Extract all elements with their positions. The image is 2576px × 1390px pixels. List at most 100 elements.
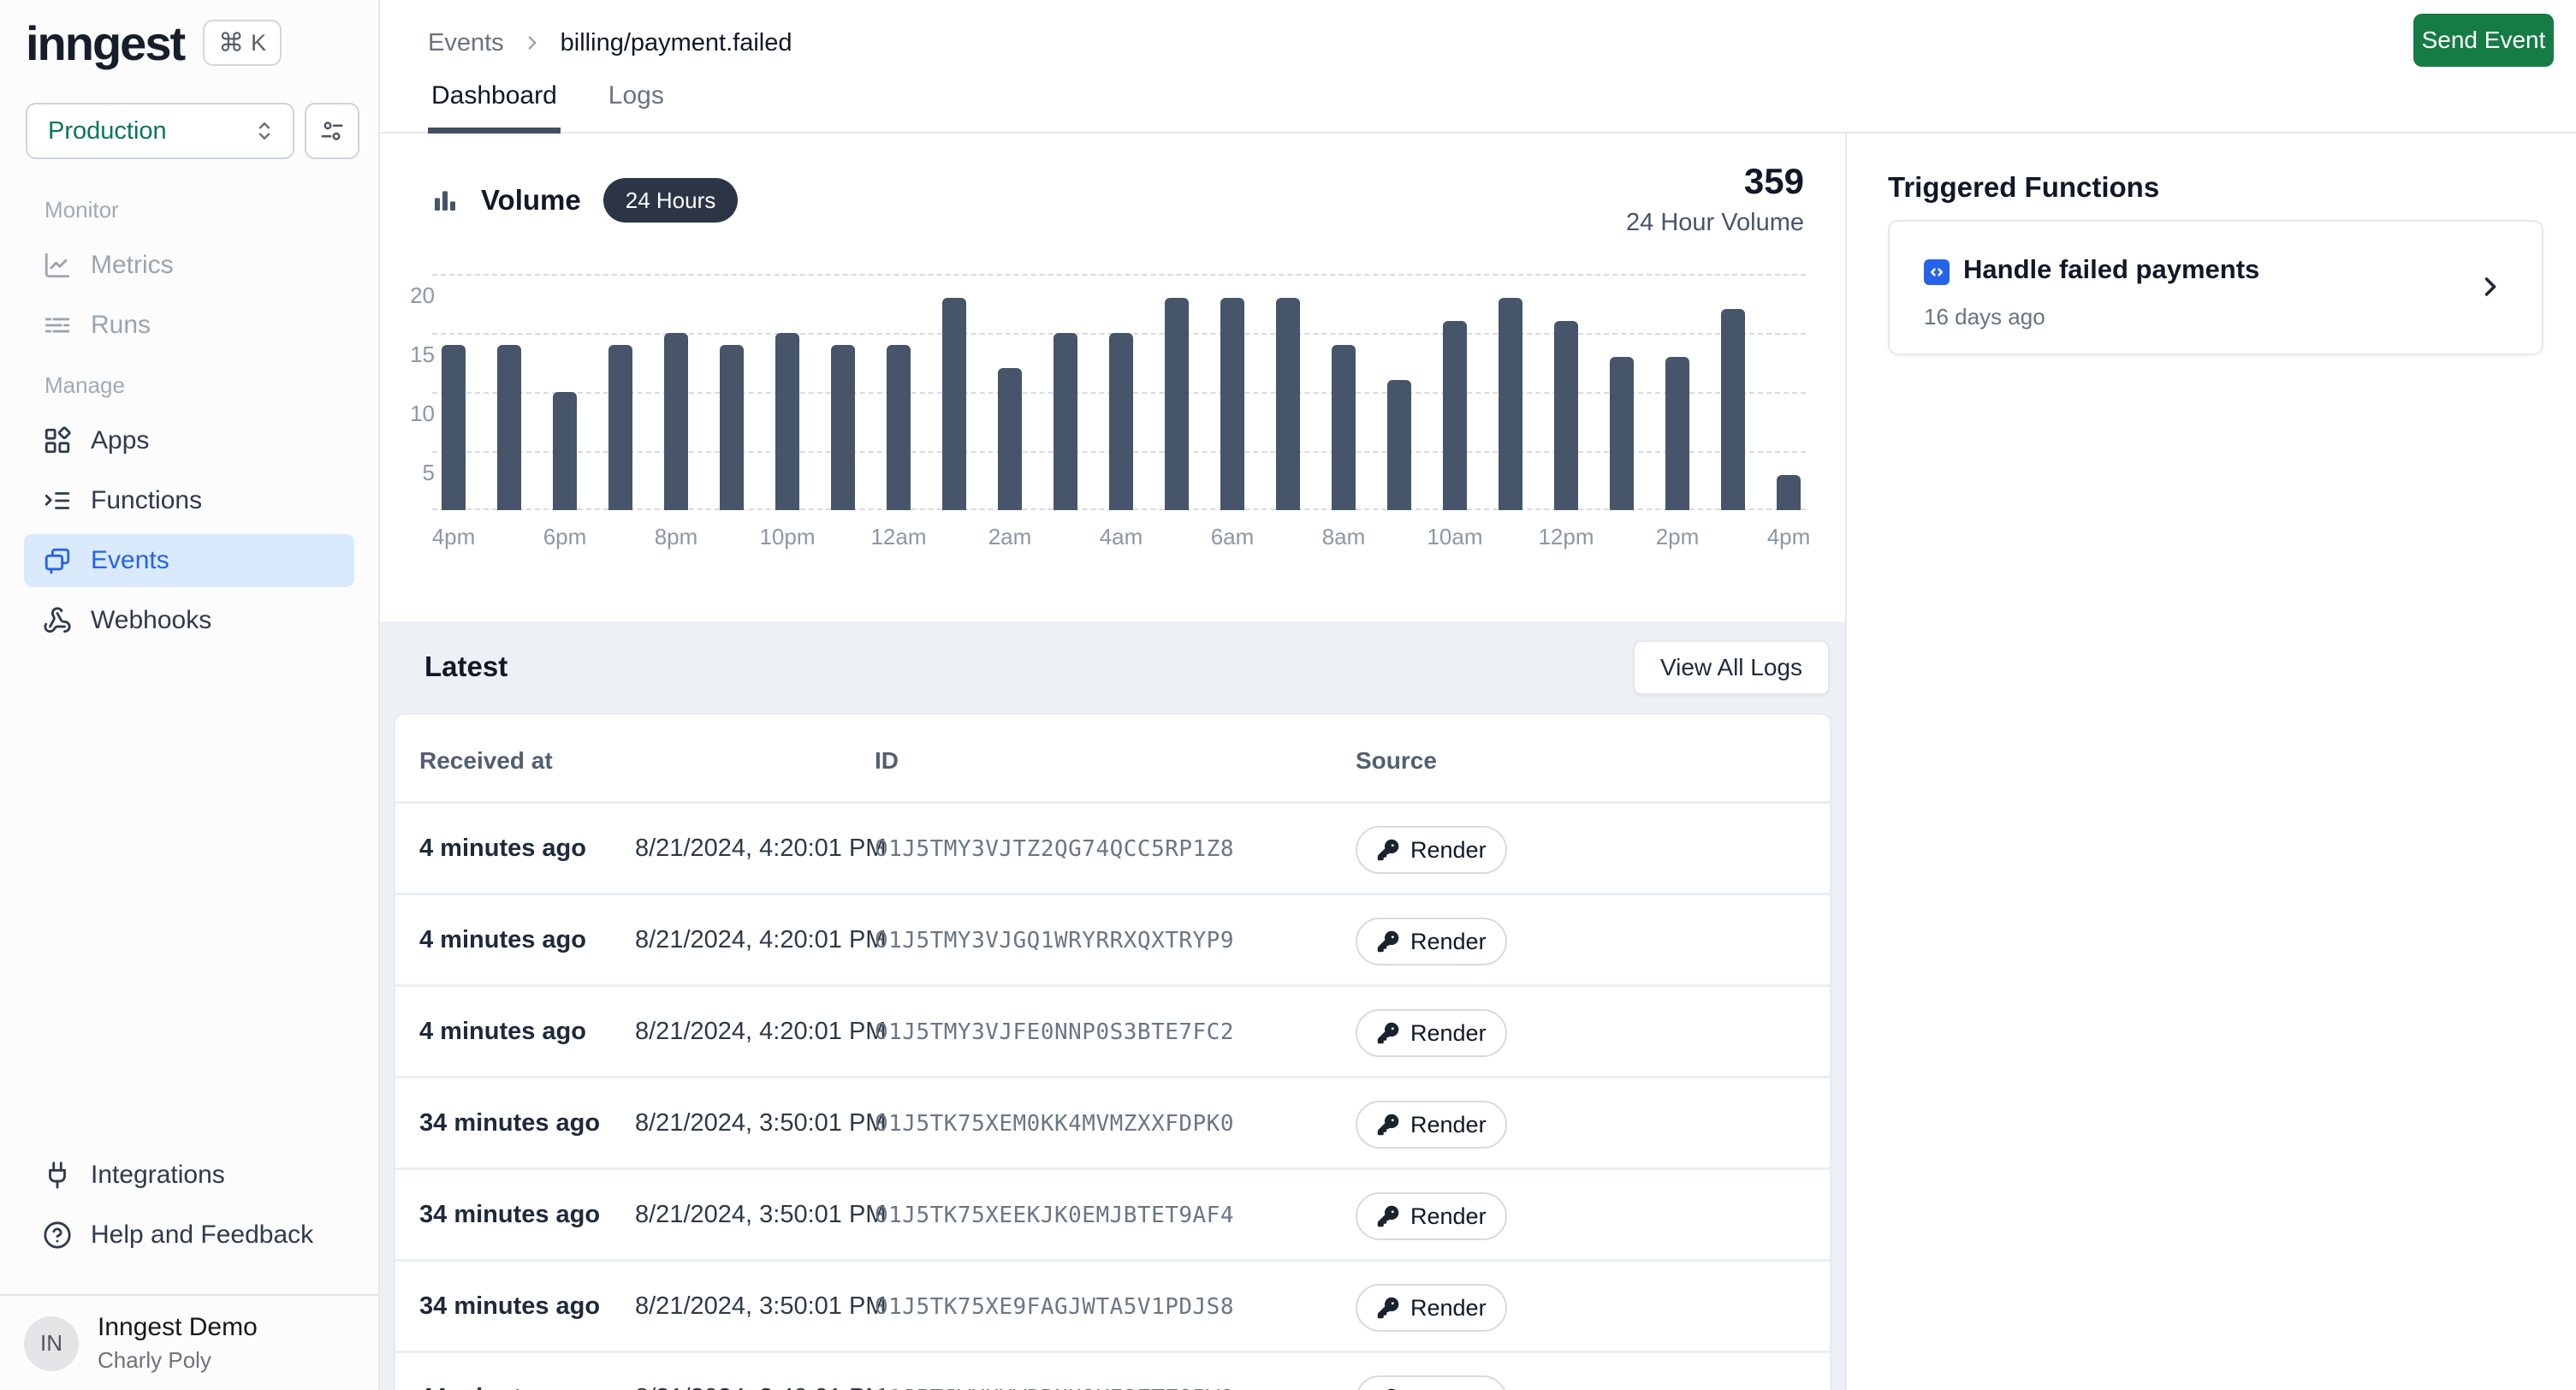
received-relative: 44 minutes ago — [419, 1384, 600, 1390]
function-list-icon — [43, 486, 72, 515]
environment-settings-button[interactable] — [305, 103, 359, 159]
received-relative: 34 minutes ago — [419, 1109, 600, 1138]
key-icon — [1376, 1204, 1400, 1228]
volume-bar — [553, 392, 577, 510]
source-name: Render — [1410, 929, 1487, 955]
x-axis-tick: 4pm — [415, 524, 492, 550]
source-name: Render — [1410, 1112, 1487, 1138]
tab-dashboard[interactable]: Dashboard — [428, 81, 561, 134]
key-icon — [1376, 838, 1400, 862]
nav-section-manage: Manage — [45, 372, 354, 399]
table-row[interactable]: 34 minutes ago 8/21/2024, 3:50:01 PM 01J… — [395, 1078, 1830, 1170]
sidebar-item-help-feedback[interactable]: Help and Feedback — [24, 1209, 354, 1262]
table-row[interactable]: 44 minutes ago 8/21/2024, 3:40:01 PM 01J… — [395, 1353, 1830, 1390]
table-header: Received at ID Source — [395, 715, 1830, 804]
received-datetime: 8/21/2024, 4:20:01 PM — [635, 1018, 886, 1046]
y-axis-tick: 10 — [380, 401, 435, 427]
table-row[interactable]: 4 minutes ago 8/21/2024, 4:20:01 PM 01J5… — [395, 895, 1830, 987]
volume-bar — [1276, 298, 1300, 510]
received-datetime: 8/21/2024, 3:50:01 PM — [635, 1109, 886, 1138]
volume-bar — [608, 345, 632, 510]
event-id: 01J5TJWVXYWBBNH9KE9ZTZ05W0 — [875, 1386, 1234, 1390]
source-name: Render — [1410, 1295, 1487, 1322]
sidebar-item-runs[interactable]: Runs — [24, 299, 354, 352]
received-datetime: 8/21/2024, 3:50:01 PM — [635, 1201, 886, 1229]
table-row[interactable]: 4 minutes ago 8/21/2024, 4:20:01 PM 01J5… — [395, 987, 1830, 1078]
source-badge[interactable]: Render — [1356, 1192, 1507, 1240]
key-icon — [1376, 930, 1400, 953]
queue-list-icon — [43, 311, 72, 340]
source-badge[interactable]: Render — [1356, 1375, 1507, 1390]
source-badge[interactable]: Render — [1356, 826, 1507, 874]
help-circle-icon — [43, 1221, 72, 1250]
received-datetime: 8/21/2024, 4:20:01 PM — [635, 926, 886, 954]
sidebar-item-label: Events — [91, 546, 169, 575]
code-icon — [1924, 259, 1950, 285]
table-row[interactable]: 34 minutes ago 8/21/2024, 3:50:01 PM 01J… — [395, 1262, 1830, 1353]
sidebar-item-label: Apps — [91, 426, 149, 455]
table-row[interactable]: 34 minutes ago 8/21/2024, 3:50:01 PM 01J… — [395, 1170, 1830, 1262]
sidebar-nav: Monitor Metrics Runs Manage Apps Functio — [24, 176, 354, 654]
y-axis-tick: 20 — [380, 282, 435, 309]
x-axis-tick: 6am — [1194, 524, 1271, 550]
sidebar-item-events[interactable]: Events — [24, 534, 354, 587]
volume-bar — [831, 345, 855, 510]
x-axis-tick: 4pm — [1750, 524, 1827, 550]
volume-bar — [1665, 357, 1689, 510]
latest-section: Latest View All Logs Received at ID Sour… — [380, 621, 1845, 1390]
function-card[interactable]: Handle failed payments 16 days ago — [1888, 220, 2543, 355]
source-badge[interactable]: Render — [1356, 1009, 1507, 1057]
breadcrumb: Events billing/payment.failed — [428, 24, 792, 62]
tab-logs[interactable]: Logs — [605, 81, 668, 134]
volume-bar — [998, 368, 1022, 510]
source-name: Render — [1410, 1387, 1487, 1390]
latest-title: Latest — [424, 650, 507, 683]
volume-bar — [942, 298, 966, 510]
received-datetime: 8/21/2024, 3:40:01 PM — [635, 1384, 886, 1390]
chevron-right-icon — [521, 32, 543, 54]
send-event-button[interactable]: Send Event — [2413, 14, 2554, 67]
received-relative: 34 minutes ago — [419, 1201, 600, 1229]
environment-select[interactable]: Production — [26, 103, 294, 159]
table-row[interactable]: 4 minutes ago 8/21/2024, 4:20:01 PM 01J5… — [395, 804, 1830, 895]
avatar: IN — [24, 1316, 79, 1371]
volume-bar-chart — [432, 274, 1806, 510]
volume-bar — [497, 345, 521, 510]
webhook-icon — [43, 606, 72, 635]
x-axis-tick: 8pm — [638, 524, 715, 550]
volume-bar — [1220, 298, 1244, 510]
volume-bar — [1109, 333, 1133, 510]
x-axis-tick: 12am — [860, 524, 937, 550]
column-received-at: Received at — [419, 747, 553, 775]
x-axis-tick: 2pm — [1639, 524, 1716, 550]
sidebar-item-metrics[interactable]: Metrics — [24, 239, 354, 292]
environment-value: Production — [48, 117, 252, 146]
gridline — [432, 274, 1806, 276]
sidebar-item-apps[interactable]: Apps — [24, 414, 354, 467]
command-icon: ⌘ — [218, 28, 244, 58]
command-k-shortcut[interactable]: ⌘ K — [203, 20, 282, 66]
key-icon — [1376, 1296, 1400, 1320]
user-menu[interactable]: IN Inngest Demo Charly Poly — [24, 1313, 258, 1374]
view-all-logs-button[interactable]: View All Logs — [1633, 640, 1830, 695]
breadcrumb-events[interactable]: Events — [428, 29, 504, 57]
y-axis-tick: 5 — [380, 460, 435, 486]
sidebar-item-webhooks[interactable]: Webhooks — [24, 594, 354, 647]
event-id: 01J5TK75XEM0KK4MVMZXXFDPK0 — [875, 1111, 1234, 1137]
source-badge[interactable]: Render — [1356, 1284, 1507, 1332]
sidebar-item-integrations[interactable]: Integrations — [24, 1149, 354, 1202]
x-axis-tick: 10am — [1416, 524, 1493, 550]
time-range-badge[interactable]: 24 Hours — [603, 178, 739, 223]
source-badge[interactable]: Render — [1356, 918, 1507, 965]
nav-section-monitor: Monitor — [45, 197, 354, 223]
chart-line-icon — [43, 251, 72, 280]
source-badge[interactable]: Render — [1356, 1101, 1507, 1149]
apps-grid-icon — [43, 426, 72, 455]
chevron-right-icon — [2475, 271, 2506, 302]
triggered-functions-title: Triggered Functions — [1888, 171, 2159, 204]
x-axis-tick: 12pm — [1528, 524, 1605, 550]
volume-total-label: 24 Hour Volume — [1626, 209, 1804, 237]
column-source: Source — [1356, 747, 1437, 775]
source-name: Render — [1410, 1020, 1487, 1047]
sidebar-item-functions[interactable]: Functions — [24, 474, 354, 527]
